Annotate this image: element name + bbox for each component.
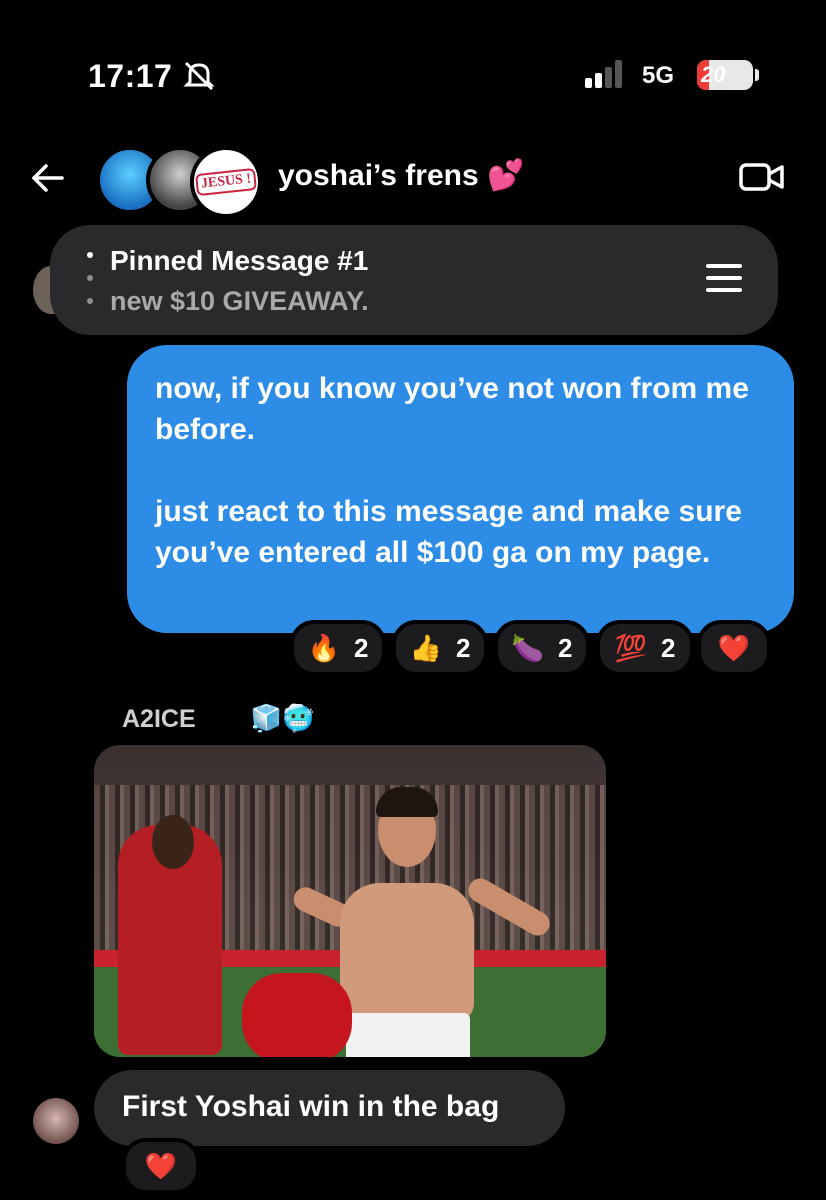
- pinned-message-bar[interactable]: [50, 225, 778, 335]
- reaction-count: 2: [353, 632, 369, 663]
- sender-avatar[interactable]: [33, 1098, 79, 1144]
- fire-icon: 🔥: [307, 632, 340, 663]
- battery-icon: 20: [697, 60, 753, 90]
- message-paragraph: now, if you know you’ve not won from me …: [155, 372, 749, 446]
- pinned-title: Pinned Message #1: [110, 245, 369, 276]
- sender-name: A2ICE: [122, 705, 196, 733]
- group-avatar-3[interactable]: JESUS !: [190, 146, 262, 218]
- heart-icon: ❤️: [144, 1150, 178, 1181]
- reaction-count: 2: [455, 632, 471, 663]
- group-title[interactable]: yoshai’s frens 💕: [278, 158, 524, 193]
- video-camera-icon[interactable]: [738, 160, 786, 194]
- pinned-subtitle: new $10 GIVEAWAY.: [110, 286, 369, 316]
- battery-nub: [755, 69, 759, 81]
- eggplant-icon: 🍆: [511, 632, 544, 663]
- incoming-reaction-heart[interactable]: ❤️: [122, 1138, 200, 1194]
- outgoing-message-text: now, if you know you’ve not won from me …: [155, 368, 775, 573]
- player-left: [118, 815, 222, 1055]
- bell-slash-icon: [183, 61, 215, 90]
- battery-level: 20: [701, 62, 726, 87]
- heart-icon: ❤️: [717, 632, 751, 663]
- arrow-left-icon[interactable]: [30, 160, 66, 196]
- network-type: 5G: [642, 62, 675, 89]
- gif-media[interactable]: [94, 745, 606, 1057]
- reaction-thumbs-up[interactable]: 👍 2: [392, 620, 488, 676]
- hamburger-menu-icon[interactable]: [706, 264, 742, 294]
- player-celebrating: [242, 787, 554, 1057]
- sender-emojis: 🧊🥶: [250, 703, 315, 733]
- reaction-fire[interactable]: 🔥 2: [290, 620, 386, 676]
- reaction-count: 2: [557, 632, 573, 663]
- reaction-eggplant[interactable]: 🍆 2: [494, 620, 590, 676]
- message-paragraph: just react to this message and make sure…: [155, 495, 742, 569]
- reaction-heart[interactable]: ❤️: [697, 620, 771, 676]
- incoming-message-text: First Yoshai win in the bag: [122, 1090, 500, 1123]
- signal-icon: [585, 60, 631, 88]
- hundred-points-icon: 💯: [614, 632, 647, 663]
- status-time: 17:17: [88, 58, 173, 94]
- reaction-count: 2: [660, 632, 676, 663]
- reaction-hundred[interactable]: 💯 2: [596, 620, 694, 676]
- thumbs-up-icon: 👍: [409, 632, 442, 663]
- avatar-jesus-text: JESUS !: [194, 167, 258, 197]
